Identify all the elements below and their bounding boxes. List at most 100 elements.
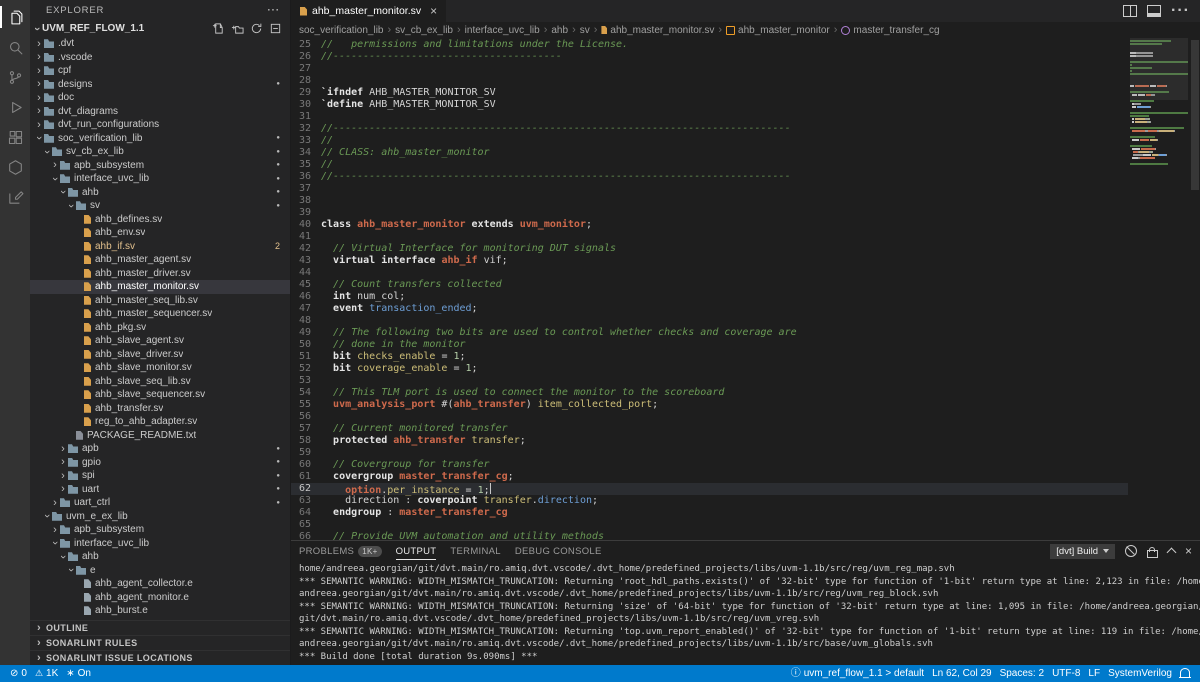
more-editor-actions-icon[interactable]: ··· [1171, 2, 1190, 20]
tree-folder-apb_subsystem[interactable]: ›apb_subsystem [30, 523, 290, 537]
code-line-56[interactable]: 56 [291, 411, 1128, 423]
tree-file-ahb_slave_agent.sv[interactable]: ahb_slave_agent.sv [30, 334, 290, 348]
tab-ahb-master-monitor[interactable]: ahb_master_monitor.sv × [291, 0, 446, 22]
tree-folder-spi[interactable]: ›spi● [30, 469, 290, 483]
tree-file-ahb_master_monitor.sv[interactable]: ahb_master_monitor.sv [30, 280, 290, 294]
code-line-29[interactable]: 29`ifndef AHB_MASTER_MONITOR_SV [291, 87, 1128, 99]
code-line-28[interactable]: 28 [291, 75, 1128, 87]
code-line-48[interactable]: 48 [291, 315, 1128, 327]
tree-folder-dvt_diagrams[interactable]: ›dvt_diagrams [30, 105, 290, 119]
code-line-45[interactable]: 45 // Count transfers collected [291, 279, 1128, 291]
code-editor[interactable]: 25// permissions and limitations under t… [291, 38, 1200, 540]
status-problems-warnings[interactable]: ⚠1K [31, 665, 62, 682]
breadcrumb-interface_uvc_lib[interactable]: interface_uvc_lib [465, 25, 540, 36]
code-line-37[interactable]: 37 [291, 183, 1128, 195]
code-line-34[interactable]: 34// CLASS: ahb_master_monitor [291, 147, 1128, 159]
tree-file-ahb_env.sv[interactable]: ahb_env.sv [30, 226, 290, 240]
activity-bar-dvt-tools[interactable] [0, 152, 30, 182]
status-problems-errors[interactable]: ⊘0 [6, 665, 31, 682]
code-line-41[interactable]: 41 [291, 231, 1128, 243]
code-line-61[interactable]: 61 covergroup master_transfer_cg; [291, 471, 1128, 483]
tree-file-ahb_burst.e[interactable]: ahb_burst.e [30, 604, 290, 618]
tree-folder-.vscode[interactable]: ›.vscode [30, 51, 290, 65]
activity-bar-source-control[interactable] [0, 62, 30, 92]
code-line-62[interactable]: 62 option.per_instance = 1; [291, 483, 1128, 495]
tree-file-PACKAGE_README.txt[interactable]: PACKAGE_README.txt [30, 429, 290, 443]
code-line-54[interactable]: 54 // This TLM port is used to connect t… [291, 387, 1128, 399]
section-sonarlint-issue-locations[interactable]: ›SONARLINT ISSUE LOCATIONS [30, 650, 290, 665]
tree-folder-dvt_run_configurations[interactable]: ›dvt_run_configurations [30, 118, 290, 132]
close-panel-icon[interactable]: × [1185, 545, 1192, 557]
code-line-25[interactable]: 25// permissions and limitations under t… [291, 39, 1128, 51]
status-eol[interactable]: LF [1084, 665, 1104, 682]
code-line-38[interactable]: 38 [291, 195, 1128, 207]
section-outline[interactable]: ›OUTLINE [30, 620, 290, 635]
tree-file-reg_to_ahb_adapter.sv[interactable]: reg_to_ahb_adapter.sv [30, 415, 290, 429]
breadcrumb-sv[interactable]: sv [580, 25, 590, 36]
code-line-57[interactable]: 57 // Current monitored transfer [291, 423, 1128, 435]
breadcrumb-soc_verification_lib[interactable]: soc_verification_lib [299, 25, 384, 36]
tree-file-ahb_slave_driver.sv[interactable]: ahb_slave_driver.sv [30, 348, 290, 362]
tree-folder-uart_ctrl[interactable]: ›uart_ctrl● [30, 496, 290, 510]
breadcrumb-ahb[interactable]: ahb [551, 25, 568, 36]
tree-folder-sv[interactable]: ›sv● [30, 199, 290, 213]
code-line-64[interactable]: 64 endgroup : master_transfer_cg [291, 507, 1128, 519]
activity-bar-explorer[interactable] [0, 2, 30, 32]
code-line-43[interactable]: 43 virtual interface ahb_if vif; [291, 255, 1128, 267]
tree-file-ahb_master_agent.sv[interactable]: ahb_master_agent.sv [30, 253, 290, 267]
status-dvt-build-config[interactable]: ⓘuvm_ref_flow_1.1 > default [787, 665, 928, 682]
close-tab-icon[interactable]: × [430, 5, 437, 17]
tree-folder-e[interactable]: ›e [30, 564, 290, 578]
editor-scrollbar[interactable] [1190, 38, 1200, 540]
tree-folder-uvm_e_ex_lib[interactable]: ›uvm_e_ex_lib [30, 510, 290, 524]
tree-file-ahb_transfer.sv[interactable]: ahb_transfer.sv [30, 402, 290, 416]
minimap[interactable] [1130, 38, 1188, 540]
split-editor-icon[interactable] [1123, 5, 1137, 17]
output-channel-select[interactable]: [dvt] Build [1050, 544, 1115, 559]
breadcrumb-sv_cb_ex_lib[interactable]: sv_cb_ex_lib [395, 25, 453, 36]
section-sonarlint-rules[interactable]: ›SONARLINT RULES [30, 635, 290, 650]
new-folder-icon[interactable] [231, 22, 244, 35]
activity-bar-search[interactable] [0, 32, 30, 62]
code-line-30[interactable]: 30`define AHB_MASTER_MONITOR_SV [291, 99, 1128, 111]
code-line-26[interactable]: 26//------------------------------------… [291, 51, 1128, 63]
status-cursor-position[interactable]: Ln 62, Col 29 [928, 665, 996, 682]
tree-file-ahb_master_sequencer.sv[interactable]: ahb_master_sequencer.sv [30, 307, 290, 321]
code-line-42[interactable]: 42 // Virtual Interface for monitoring D… [291, 243, 1128, 255]
tree-file-ahb_slave_sequencer.sv[interactable]: ahb_slave_sequencer.sv [30, 388, 290, 402]
code-line-65[interactable]: 65 [291, 519, 1128, 531]
tree-folder-interface_uvc_lib[interactable]: ›interface_uvc_lib [30, 537, 290, 551]
tree-folder-apb_subsystem[interactable]: ›apb_subsystem● [30, 159, 290, 173]
tree-folder-soc_verification_lib[interactable]: ›soc_verification_lib● [30, 132, 290, 146]
code-line-50[interactable]: 50 // done in the monitor [291, 339, 1128, 351]
tree-file-ahb_slave_seq_lib.sv[interactable]: ahb_slave_seq_lib.sv [30, 375, 290, 389]
tree-folder-ahb[interactable]: ›ahb [30, 550, 290, 564]
code-line-51[interactable]: 51 bit checks_enable = 1; [291, 351, 1128, 363]
tree-file-ahb_agent_collector.e[interactable]: ahb_agent_collector.e [30, 577, 290, 591]
tree-file-ahb_slave_monitor.sv[interactable]: ahb_slave_monitor.sv [30, 361, 290, 375]
tree-folder-apb[interactable]: ›apb● [30, 442, 290, 456]
panel-tab-debug-console[interactable]: DEBUG CONSOLE [515, 541, 602, 561]
code-line-33[interactable]: 33// [291, 135, 1128, 147]
collapse-folders-icon[interactable] [269, 22, 282, 35]
tree-file-ahb_master_seq_lib.sv[interactable]: ahb_master_seq_lib.sv [30, 294, 290, 308]
breadcrumb-master_transfer_cg[interactable]: master_transfer_cg [841, 25, 939, 36]
code-line-59[interactable]: 59 [291, 447, 1128, 459]
code-line-66[interactable]: 66 // Provide UVM automation and utility… [291, 531, 1128, 540]
lock-scroll-icon[interactable] [1147, 550, 1158, 558]
code-line-36[interactable]: 36//------------------------------------… [291, 171, 1128, 183]
new-file-icon[interactable] [212, 22, 225, 35]
code-line-55[interactable]: 55 uvm_analysis_port #(ahb_transfer) ite… [291, 399, 1128, 411]
status-sonarlint-status[interactable]: ∗On [62, 665, 95, 682]
breadcrumb-ahb_master_monitor[interactable]: ahb_master_monitor [726, 25, 830, 36]
activity-bar-run-debug[interactable] [0, 92, 30, 122]
project-section-header[interactable]: › UVM_REF_FLOW_1.1 [30, 20, 290, 37]
status-encoding[interactable]: UTF-8 [1048, 665, 1084, 682]
tree-file-ahb_pkg.sv[interactable]: ahb_pkg.sv [30, 321, 290, 335]
tree-folder-gpio[interactable]: ›gpio● [30, 456, 290, 470]
toggle-panel-icon[interactable] [1147, 5, 1161, 17]
code-line-60[interactable]: 60 // Covergroup for transfer [291, 459, 1128, 471]
code-line-63[interactable]: 63 direction : coverpoint transfer.direc… [291, 495, 1128, 507]
code-line-35[interactable]: 35// [291, 159, 1128, 171]
tree-folder-sv_cb_ex_lib[interactable]: ›sv_cb_ex_lib● [30, 145, 290, 159]
